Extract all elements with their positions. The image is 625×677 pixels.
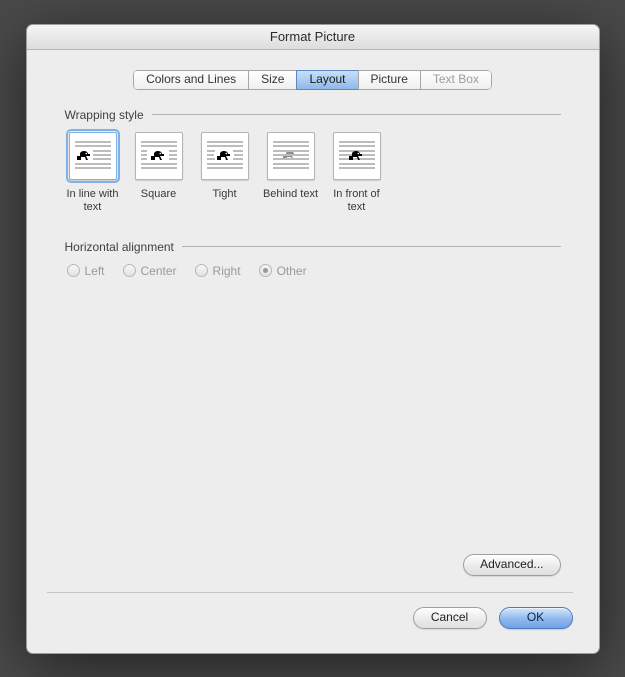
align-left-radio: Left <box>67 264 105 278</box>
wrap-option-square[interactable]: Square <box>131 132 187 214</box>
radio-label: Left <box>85 264 105 278</box>
wrap-option-tight[interactable]: Tight <box>197 132 253 214</box>
align-other-radio: Other <box>259 264 307 278</box>
titlebar: Format Picture <box>27 25 599 50</box>
align-right-radio: Right <box>195 264 241 278</box>
tab-bar: Colors and Lines Size Layout Picture Tex… <box>47 70 579 90</box>
divider <box>182 246 561 247</box>
wrapping-style-title: Wrapping style <box>65 108 144 122</box>
tab-picture[interactable]: Picture <box>358 70 420 90</box>
tab-layout[interactable]: Layout <box>296 70 357 90</box>
wrap-option-label: In front of text <box>329 188 385 214</box>
wrapping-style-group: Wrapping style <box>65 108 561 240</box>
tab-colors-and-lines[interactable]: Colors and Lines <box>133 70 248 90</box>
advanced-button[interactable]: Advanced... <box>463 554 560 576</box>
wrap-option-label: Square <box>141 188 176 214</box>
wrap-option-label: Behind text <box>263 188 318 214</box>
tab-text-box: Text Box <box>420 70 492 90</box>
radio-label: Center <box>141 264 177 278</box>
wrap-square-icon <box>135 132 183 180</box>
radio-icon <box>259 264 272 277</box>
wrap-inline-icon <box>69 132 117 180</box>
dialog-footer: Cancel OK <box>47 592 573 629</box>
wrap-option-in-front[interactable]: In front of text <box>329 132 385 214</box>
radio-icon <box>123 264 136 277</box>
radio-label: Other <box>277 264 307 278</box>
ok-button[interactable]: OK <box>499 607 573 629</box>
horizontal-alignment-title: Horizontal alignment <box>65 240 174 254</box>
format-picture-dialog: Format Picture Colors and Lines Size Lay… <box>26 24 600 654</box>
tab-size[interactable]: Size <box>248 70 296 90</box>
horizontal-alignment-group: Horizontal alignment Left Center Right <box>65 240 561 278</box>
radio-icon <box>195 264 208 277</box>
wrap-option-inline[interactable]: In line with text <box>65 132 121 214</box>
cancel-button[interactable]: Cancel <box>413 607 487 629</box>
window-title: Format Picture <box>270 29 355 44</box>
divider <box>152 114 561 115</box>
align-center-radio: Center <box>123 264 177 278</box>
wrap-option-label: Tight <box>212 188 236 214</box>
wrap-tight-icon <box>201 132 249 180</box>
wrap-behind-icon <box>267 132 315 180</box>
radio-icon <box>67 264 80 277</box>
radio-label: Right <box>213 264 241 278</box>
dialog-content: Colors and Lines Size Layout Picture Tex… <box>27 50 599 653</box>
wrap-option-label: In line with text <box>65 188 121 214</box>
wrap-option-behind[interactable]: Behind text <box>263 132 319 214</box>
wrap-front-icon <box>333 132 381 180</box>
